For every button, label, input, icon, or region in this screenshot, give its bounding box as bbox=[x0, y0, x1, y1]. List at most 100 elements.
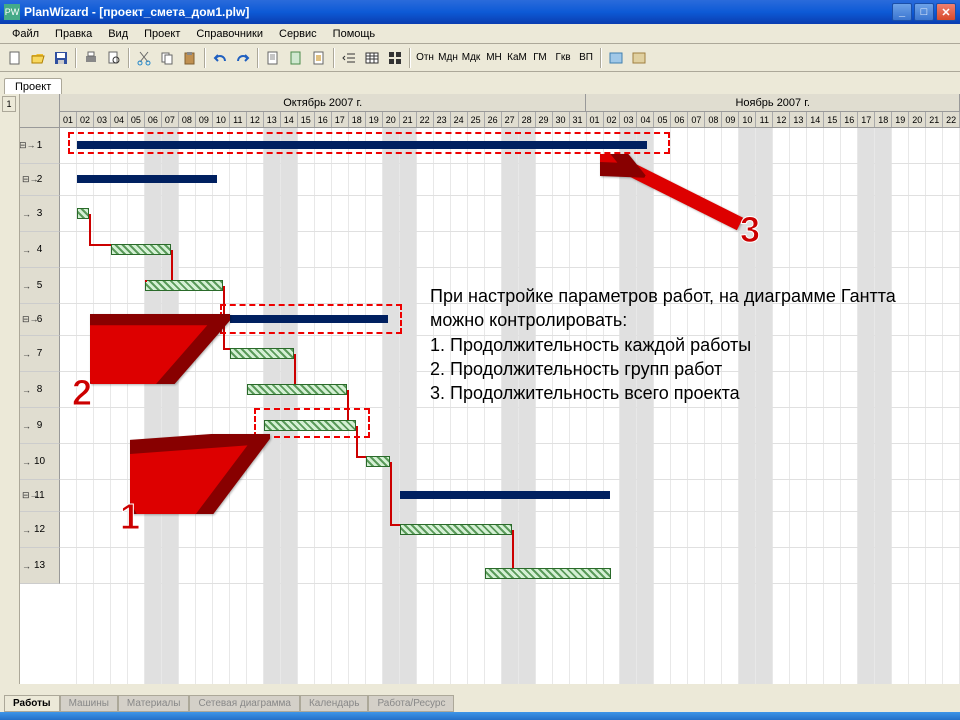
toolbar-otn[interactable]: Отн bbox=[414, 47, 436, 69]
menu-project[interactable]: Проект bbox=[136, 26, 188, 42]
day-cell: 28 bbox=[519, 112, 536, 127]
day-cell: 03 bbox=[94, 112, 111, 127]
gridrow-4 bbox=[60, 232, 960, 268]
copy-icon[interactable] bbox=[156, 47, 178, 69]
pic2-icon[interactable] bbox=[628, 47, 650, 69]
menu-view[interactable]: Вид bbox=[100, 26, 136, 42]
menu-edit[interactable]: Правка bbox=[47, 26, 100, 42]
toolbar-mn[interactable]: МН bbox=[483, 47, 505, 69]
undo-icon[interactable] bbox=[209, 47, 231, 69]
cut-icon[interactable] bbox=[133, 47, 155, 69]
redo-icon[interactable] bbox=[232, 47, 254, 69]
open-icon[interactable] bbox=[27, 47, 49, 69]
toolbar-mdk[interactable]: Мдк bbox=[460, 47, 482, 69]
row-6: ⊟→6 bbox=[20, 304, 60, 336]
day-cell: 18 bbox=[875, 112, 892, 127]
titlebar: PW PlanWizard - [проект_смета_дом1.plw] … bbox=[0, 0, 960, 24]
bottom-tabs: Работы Машины Материалы Сетевая диаграмм… bbox=[4, 695, 454, 712]
menu-refs[interactable]: Справочники bbox=[188, 26, 271, 42]
day-cell: 05 bbox=[654, 112, 671, 127]
toolbar-gkv[interactable]: Гкв bbox=[552, 47, 574, 69]
bar-row11[interactable] bbox=[400, 491, 610, 499]
dep-link bbox=[390, 462, 392, 524]
menu-file[interactable]: Файл bbox=[4, 26, 47, 42]
menu-service[interactable]: Сервис bbox=[271, 26, 325, 42]
btab-materials[interactable]: Материалы bbox=[118, 695, 190, 712]
paste-icon[interactable] bbox=[179, 47, 201, 69]
new-icon[interactable] bbox=[4, 47, 26, 69]
day-cell: 14 bbox=[807, 112, 824, 127]
btab-resource[interactable]: Работа/Ресурс bbox=[368, 695, 454, 712]
bar-row8[interactable] bbox=[247, 384, 347, 395]
outdent-icon[interactable] bbox=[338, 47, 360, 69]
maximize-button[interactable]: □ bbox=[914, 3, 934, 21]
btab-calendar[interactable]: Календарь bbox=[300, 695, 368, 712]
day-cell: 13 bbox=[264, 112, 281, 127]
day-cell: 02 bbox=[77, 112, 94, 127]
row-12: →12 bbox=[20, 512, 60, 548]
gantt-chart[interactable]: Октябрь 2007 г. Ноябрь 2007 г. 010203040… bbox=[20, 94, 960, 684]
dep-link bbox=[171, 250, 173, 280]
print-icon[interactable] bbox=[80, 47, 102, 69]
day-cell: 15 bbox=[824, 112, 841, 127]
toolbar-vp[interactable]: ВП bbox=[575, 47, 597, 69]
day-cell: 16 bbox=[315, 112, 332, 127]
menubar: Файл Правка Вид Проект Справочники Серви… bbox=[0, 24, 960, 44]
day-cell: 06 bbox=[671, 112, 688, 127]
bar-row12[interactable] bbox=[400, 524, 512, 535]
month-oct: Октябрь 2007 г. bbox=[60, 94, 586, 111]
day-cell: 16 bbox=[841, 112, 858, 127]
bar-row3[interactable] bbox=[77, 208, 89, 219]
btab-works[interactable]: Работы bbox=[4, 695, 60, 712]
day-cell: 20 bbox=[383, 112, 400, 127]
minimize-button[interactable]: _ bbox=[892, 3, 912, 21]
day-cell: 30 bbox=[553, 112, 570, 127]
day-cell: 07 bbox=[162, 112, 179, 127]
btab-network[interactable]: Сетевая диаграмма bbox=[189, 695, 300, 712]
close-button[interactable]: ✕ bbox=[936, 3, 956, 21]
preview-icon[interactable] bbox=[103, 47, 125, 69]
toolbar-mdn[interactable]: Мдн bbox=[437, 47, 459, 69]
day-cell: 22 bbox=[417, 112, 434, 127]
btab-machines[interactable]: Машины bbox=[60, 695, 118, 712]
day-cell: 10 bbox=[213, 112, 230, 127]
save-icon[interactable] bbox=[50, 47, 72, 69]
toolbar-gm[interactable]: ГМ bbox=[529, 47, 551, 69]
doc3-icon[interactable] bbox=[308, 47, 330, 69]
day-cell: 04 bbox=[111, 112, 128, 127]
row-13: →13 bbox=[20, 548, 60, 584]
day-cell: 17 bbox=[858, 112, 875, 127]
toolbar: Отн Мдн Мдк МН КаМ ГМ Гкв ВП bbox=[0, 44, 960, 72]
doc2-icon[interactable] bbox=[285, 47, 307, 69]
bar-row7[interactable] bbox=[230, 348, 294, 359]
dep-link bbox=[390, 524, 400, 526]
row-3: →3 bbox=[20, 196, 60, 232]
day-cell: 02 bbox=[604, 112, 621, 127]
grid-icon[interactable] bbox=[384, 47, 406, 69]
row-9: →9 bbox=[20, 408, 60, 444]
bar-row10[interactable] bbox=[366, 456, 390, 467]
day-cell: 22 bbox=[943, 112, 960, 127]
day-cell: 14 bbox=[281, 112, 298, 127]
bar-row5[interactable] bbox=[145, 280, 223, 291]
callout-2: 2 bbox=[72, 372, 92, 414]
day-cell: 08 bbox=[179, 112, 196, 127]
menu-help[interactable]: Помощь bbox=[325, 26, 384, 42]
annotation-head: При настройке параметров работ, на диагр… bbox=[430, 284, 910, 333]
day-cell: 27 bbox=[502, 112, 519, 127]
table-icon[interactable] bbox=[361, 47, 383, 69]
row-5: →5 bbox=[20, 268, 60, 304]
day-cell: 21 bbox=[400, 112, 417, 127]
side-tab-1[interactable]: 1 bbox=[2, 96, 16, 112]
bar-row2[interactable] bbox=[77, 175, 217, 183]
day-cell: 12 bbox=[773, 112, 790, 127]
pic1-icon[interactable] bbox=[605, 47, 627, 69]
arrow-3 bbox=[600, 154, 750, 237]
bar-row13[interactable] bbox=[485, 568, 611, 579]
day-cell: 07 bbox=[688, 112, 705, 127]
toolbar-kam[interactable]: КаМ bbox=[506, 47, 528, 69]
tab-project[interactable]: Проект bbox=[4, 78, 62, 95]
window-title: PlanWizard - [проект_смета_дом1.plw] bbox=[24, 5, 892, 19]
doc1-icon[interactable] bbox=[262, 47, 284, 69]
bar-row4[interactable] bbox=[111, 244, 171, 255]
